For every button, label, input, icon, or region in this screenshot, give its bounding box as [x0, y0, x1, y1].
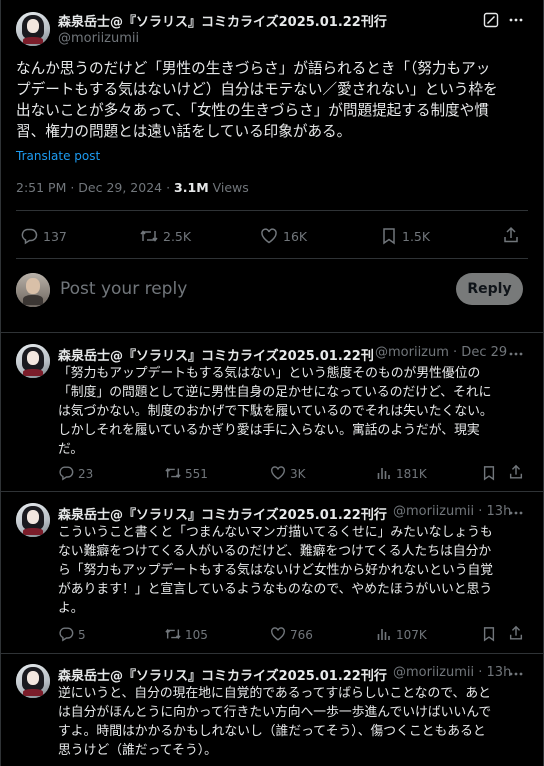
reply-text: 「努力もアップデートもする気はない」という態度そのものが男性優位の 「制度」の問…	[58, 364, 493, 459]
divider	[16, 210, 528, 211]
main-post-line: 出ないことが多々あって、「女性の生きづらさ」が問題提起する制度や慣	[16, 102, 489, 119]
reply-count: 23	[78, 467, 94, 481]
main-author-handle[interactable]: @moriizumii	[58, 31, 139, 46]
like-count: 766	[290, 628, 313, 642]
main-post-line: なんか思うのだけど「男性の生きづらさ」が語られるとき「（努力もアッ	[16, 60, 491, 77]
like-icon[interactable]	[270, 465, 286, 481]
like-count: 3K	[290, 467, 306, 481]
current-user-avatar[interactable]	[16, 273, 50, 307]
left-border	[0, 0, 1, 766]
reply-author-avatar[interactable]	[16, 503, 50, 537]
like-icon[interactable]	[260, 227, 278, 245]
reply-count: 137	[43, 229, 67, 244]
views-icon[interactable]	[376, 626, 392, 642]
post-timestamp: 2:51 PM · Dec 29, 2024 · 3.1M Views	[16, 180, 249, 195]
more-icon[interactable]	[508, 12, 524, 28]
main-author-avatar[interactable]	[16, 12, 50, 46]
like-count: 16K	[283, 229, 308, 244]
reply-line: 「制度」の問題として逆に男性自身の足かせになっているのだけど、それに	[58, 385, 492, 400]
translate-post-link[interactable]: Translate post	[16, 149, 100, 163]
more-icon[interactable]	[508, 505, 524, 521]
repost-count: 551	[185, 467, 208, 481]
more-icon[interactable]	[508, 346, 524, 362]
post-time[interactable]: 2:51 PM · Dec 29, 2024 ·	[16, 180, 174, 195]
share-icon[interactable]	[508, 464, 524, 480]
reply-text: こういうこと書くと「つまんないマンガ描いてるくせに」みたいなしょうも ない難癖を…	[58, 523, 493, 618]
reply-line: しかしそれを履いているかぎり愛は手に入らない。寓話のようだが、現実	[58, 423, 480, 438]
reply-line: 「努力もアップデートもする気はない」という態度そのものが男性優位の	[58, 366, 481, 381]
divider	[0, 491, 544, 492]
like-icon[interactable]	[270, 626, 286, 642]
reply-icon[interactable]	[58, 626, 74, 642]
reply-author-avatar[interactable]	[16, 664, 50, 698]
reply-handle-time[interactable]: @moriizumii · 13h	[393, 504, 511, 519]
reply-button[interactable]: Reply	[456, 273, 523, 305]
reply-line: だ。	[58, 442, 84, 457]
reply-line: こういうこと書くと「つまんないマンガ描いてるくせに」みたいなしょうも	[58, 525, 493, 540]
reply-icon[interactable]	[58, 465, 74, 481]
repost-count: 2.5K	[163, 229, 192, 244]
divider	[16, 258, 528, 259]
main-author-name[interactable]: 森泉岳士@『ソラリス』コミカライズ2025.01.22刊行	[58, 11, 387, 30]
share-icon[interactable]	[502, 226, 520, 244]
reply-line: よ。	[58, 601, 84, 616]
reply-handle-time[interactable]: @moriizumii · 13h	[393, 665, 511, 680]
views-count: 107K	[396, 628, 427, 642]
grok-icon[interactable]	[483, 12, 499, 28]
reply-line: ない難癖をつけてくる人がいるのだけど、難癖をつけてくる人たちは自分か	[58, 544, 492, 559]
reply-line: すよ。時間はかかるかもしれないし（誰だってそう）、傷つくこともあると	[58, 724, 486, 739]
divider	[0, 653, 544, 654]
repost-count: 105	[185, 628, 208, 642]
repost-icon[interactable]	[164, 626, 182, 642]
views-icon[interactable]	[376, 465, 392, 481]
repost-icon[interactable]	[164, 465, 182, 481]
main-post-line: プデートもする気はないけど）自分はモテない／愛されない」という枠を	[16, 81, 498, 98]
more-icon[interactable]	[508, 666, 524, 682]
reply-author-name[interactable]: 森泉岳士@『ソラリス』コミカライズ2025.01.22刊行	[58, 504, 387, 523]
reply-handle-time[interactable]: @moriizum · Dec 29	[375, 345, 507, 360]
views-count: 181K	[396, 467, 427, 481]
views-count: 3.1M	[174, 180, 209, 195]
divider	[0, 332, 544, 333]
main-post-line: 習、権力の問題とは遠い話をしている印象がある。	[16, 123, 352, 140]
reply-count: 5	[78, 628, 86, 642]
reply-author-avatar[interactable]	[16, 344, 50, 378]
views-label: Views	[208, 180, 249, 195]
bookmark-icon[interactable]	[482, 626, 496, 642]
reply-input[interactable]: Post your reply	[60, 279, 187, 299]
reply-icon[interactable]	[20, 227, 38, 245]
reply-line: は気づかない。制度のおかげで下駄を履いているのでそれは失いたくない。	[58, 404, 493, 419]
reply-text: 逆にいうと、自分の現在地に自覚的であるってすばらしいことなので、あと は自分がほ…	[58, 684, 491, 760]
reply-author-name[interactable]: 森泉岳士@『ソラリス』コミカライズ2025.01.22刊行	[58, 665, 387, 684]
main-post-text: なんか思うのだけど「男性の生きづらさ」が語られるとき「（努力もアッ プデートもす…	[16, 58, 498, 142]
reply-author-name[interactable]: 森泉岳士@『ソラリス』コミカライズ2025.01.22刊	[58, 345, 374, 364]
repost-icon[interactable]	[139, 227, 159, 245]
share-icon[interactable]	[508, 625, 524, 641]
bookmark-icon[interactable]	[482, 465, 496, 481]
reply-line: は自分がほんとうに向かって行きたい方向へ一歩一歩進んでいけばいいんで	[58, 705, 492, 720]
reply-line: 思うけど（誰だってそう）。	[58, 743, 217, 758]
reply-line: があります！」と宣言しているようなものなので、やめたほうがいいと思う	[58, 582, 493, 597]
bookmark-count: 1.5K	[402, 229, 431, 244]
reply-line: ら「努力もアップデートもする気はないけど女性から好かれないという自覚	[58, 563, 494, 578]
reply-line: 逆にいうと、自分の現在地に自覚的であるってすばらしいことなので、あと	[58, 686, 491, 701]
bookmark-icon[interactable]	[381, 227, 397, 245]
